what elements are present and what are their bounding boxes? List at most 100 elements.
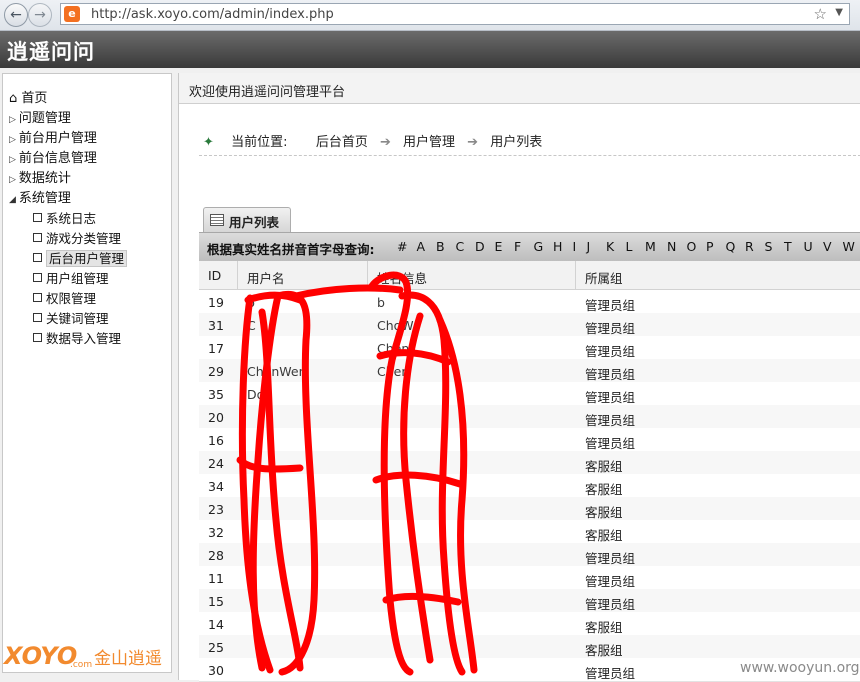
sidebar-item-home[interactable]: ⌂ 首页 [9,87,47,106]
letter-filter-item[interactable]: A [417,239,426,254]
letter-filter-item[interactable]: K [606,239,614,254]
letter-filter-item[interactable]: C [456,239,465,254]
letter-filter-item[interactable]: R [745,239,754,254]
letter-filter-item[interactable]: J [587,239,591,254]
letter-filter-item[interactable]: T [784,239,792,254]
letter-filter-item[interactable]: W [843,239,855,254]
sidebar-sub-backend-users[interactable]: 后台用户管理 [33,248,128,267]
cell-group: 客服组 [585,459,623,474]
divider [199,155,860,156]
sidebar-sub-user-groups[interactable]: 用户组管理 [33,268,109,287]
table-row[interactable]: 25 客服组 [199,635,860,659]
column-header-id[interactable]: ID [208,268,221,283]
url-text[interactable]: http://ask.xoyo.com/admin/index.php [91,7,334,22]
breadcrumb-arrow-icon: ➔ [379,135,391,150]
cell-group: 管理员组 [585,666,636,681]
cell-group: 管理员组 [585,298,636,313]
table-row[interactable]: 11 管理员组 [199,566,860,590]
letter-filter-item[interactable]: L [626,239,633,254]
cell-id: 29 [208,364,224,379]
back-button[interactable]: ← [4,3,28,27]
letter-filter-item[interactable]: I [573,239,577,254]
cell-id: 16 [208,433,224,448]
sidebar-item-system[interactable]: ◢ 系统管理 [9,187,71,206]
letter-filter-item[interactable]: E [495,239,503,254]
table-row[interactable]: 32 客服组 [199,520,860,544]
arrow-right-icon: ▷ [9,115,16,125]
cell-id: 20 [208,410,224,425]
table-row[interactable]: 16 管理员组 [199,428,860,452]
sidebar-item-label: 前台用户管理 [18,131,97,146]
square-bullet-icon [33,293,42,302]
cell-username: b [247,295,255,310]
square-bullet-icon [33,253,42,262]
letter-filter-item[interactable]: S [765,239,773,254]
cell-username: ChenWen [247,364,307,379]
table-row[interactable]: 35 Don 管理员组 [199,382,860,406]
column-divider [575,261,576,289]
url-dropdown-icon[interactable]: ▼ [835,7,843,18]
table-row[interactable]: 34 客服组 [199,474,860,498]
table-row[interactable]: 29 ChenWen Chen 管理员组 [199,359,860,383]
sidebar-sub-game-category[interactable]: 游戏分类管理 [33,228,121,247]
column-header-name-info[interactable]: 姓名信息 [377,268,427,287]
letter-filter-item[interactable]: F [514,239,521,254]
sidebar: ⌂ 首页 ▷ 问题管理 ▷ 前台用户管理 ▷ 前台信息管理 ▷ 数据统计 ◢ 系统管理 系… [2,73,172,673]
table-row[interactable]: 20 管理员组 [199,405,860,429]
column-header-username[interactable]: 用户名 [247,268,285,287]
sidebar-sub-data-import[interactable]: 数据导入管理 [33,328,121,347]
arrow-right-icon: ▷ [9,135,16,145]
logo-domain: .com [70,660,93,670]
cell-group: 管理员组 [585,551,636,566]
cell-group: 管理员组 [585,574,636,589]
welcome-text: 欢迎使用逍遥问问管理平台 [189,85,346,100]
browser-toolbar: ← → e http://ask.xoyo.com/admin/index.ph… [0,0,860,31]
table-row[interactable]: 23 客服组 [199,497,860,521]
breadcrumb-home[interactable]: 后台首页 [316,135,368,150]
app-title: 逍遥问问 [7,39,95,64]
letter-filter-item[interactable]: V [823,239,832,254]
tab-user-list[interactable]: 用户列表 [203,207,291,232]
table-row[interactable]: 15 管理员组 [199,589,860,613]
sidebar-item-statistics[interactable]: ▷ 数据统计 [9,167,71,186]
column-header-group[interactable]: 所属组 [585,268,623,287]
sidebar-item-questions[interactable]: ▷ 问题管理 [9,107,71,126]
cell-id: 17 [208,341,224,356]
letter-filter-item[interactable]: O [687,239,697,254]
breadcrumb-user-list: 用户列表 [490,135,543,150]
letter-filter-item[interactable]: H [553,239,562,254]
table-row[interactable]: 19 b b 管理员组 [199,290,860,314]
address-bar[interactable]: e http://ask.xoyo.com/admin/index.php ☆ … [60,3,850,25]
table-row[interactable]: 14 客服组 [199,612,860,636]
letter-filter-item[interactable]: B [436,239,445,254]
cell-name-info: Chen [377,364,410,379]
table-row[interactable]: 17 Chen 管理员组 [199,336,860,360]
cell-id: 35 [208,387,224,402]
sidebar-sub-keywords[interactable]: 关键词管理 [33,308,109,327]
breadcrumb-arrow-icon: ➔ [467,135,479,150]
table-row[interactable]: 24 客服组 [199,451,860,475]
letter-filter-item[interactable]: # [397,239,407,254]
cell-id: 34 [208,479,224,494]
breadcrumb-user-mgmt[interactable]: 用户管理 [403,135,455,150]
table-row[interactable]: 28 管理员组 [199,543,860,567]
sidebar-sub-permissions[interactable]: 权限管理 [33,288,96,307]
letter-filter-item[interactable]: P [706,239,714,254]
table-row[interactable]: 31 C ChoW 管理员组 [199,313,860,337]
sidebar-sub-system-log[interactable]: 系统日志 [33,208,96,227]
sidebar-item-frontend-info[interactable]: ▷ 前台信息管理 [9,147,97,166]
table-header: ID 用户名 姓名信息 所属组 [199,261,860,290]
letter-filter-item[interactable]: M [645,239,656,254]
bookmark-star-icon[interactable]: ☆ [814,5,827,23]
sidebar-item-frontend-users[interactable]: ▷ 前台用户管理 [9,127,97,146]
cell-group: 客服组 [585,620,623,635]
letter-filter-item[interactable]: G [534,239,544,254]
forward-button[interactable]: → [28,3,52,27]
cell-id: 23 [208,502,224,517]
cell-id: 32 [208,525,224,540]
letter-filter-item[interactable]: Q [726,239,736,254]
letter-filter-item[interactable]: D [475,239,485,254]
letter-filter-item[interactable]: U [804,239,813,254]
letter-filter-item[interactable]: N [667,239,676,254]
cell-group: 客服组 [585,528,623,543]
